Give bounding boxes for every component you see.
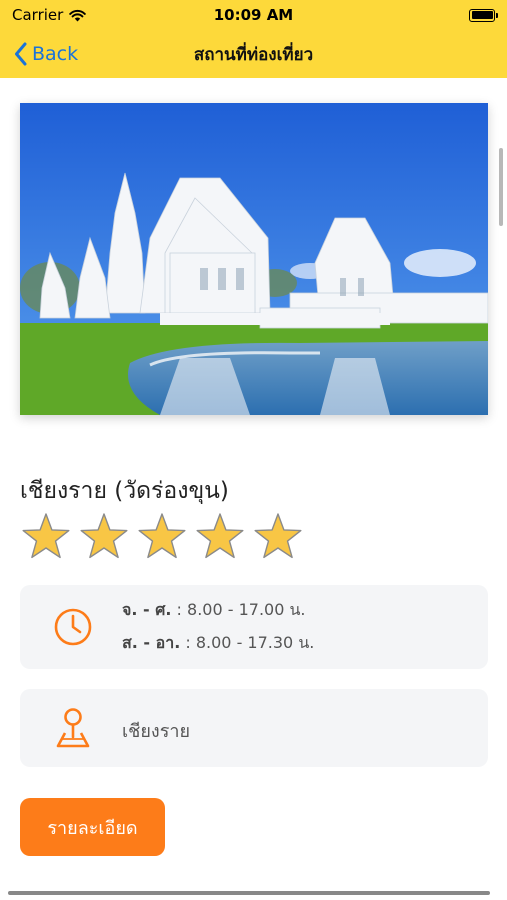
carrier-label: Carrier	[12, 6, 64, 24]
weekend-label: ส. - อา.	[122, 633, 181, 652]
details-button[interactable]: รายละเอียด	[20, 798, 165, 856]
weekday-time: : 8.00 - 17.00 น.	[171, 600, 306, 619]
status-bar: Carrier 10:09 AM	[0, 0, 507, 30]
white-temple-photo	[20, 103, 488, 415]
weekend-hours: ส. - อา. : 8.00 - 17.30 น.	[122, 631, 314, 656]
location-text: เชียงราย	[122, 721, 191, 742]
navigation-bar: Back สถานที่ท่องเที่ยว	[0, 30, 507, 78]
weekday-label: จ. - ศ.	[122, 600, 172, 619]
status-left: Carrier	[12, 6, 87, 24]
chevron-left-icon	[15, 42, 27, 66]
opening-hours-card: จ. - ศ. : 8.00 - 17.00 น. ส. - อา. : 8.0…	[20, 585, 488, 669]
location-pin-icon	[56, 708, 90, 748]
star-icon	[254, 513, 302, 559]
star-icon	[22, 513, 70, 559]
back-label: Back	[32, 43, 79, 65]
rating-stars	[20, 511, 304, 563]
star-icon	[138, 513, 186, 559]
wifi-icon	[69, 9, 87, 21]
star-icon	[80, 513, 128, 559]
place-title: เชียงราย (วัดร่องขุน)	[20, 478, 229, 504]
battery-level	[471, 11, 493, 19]
battery-icon	[469, 8, 498, 22]
weekend-time: : 8.00 - 17.30 น.	[180, 633, 315, 652]
clock-icon	[54, 608, 92, 646]
location-card: เชียงราย	[20, 689, 488, 767]
back-button[interactable]: Back	[0, 42, 78, 66]
place-photo	[20, 103, 488, 415]
star-icon	[196, 513, 244, 559]
bottom-divider	[8, 891, 490, 895]
content-scroll-view[interactable]: เชียงราย (วัดร่องขุน) จ. - ศ. : 8.00 - 1…	[0, 78, 507, 900]
weekday-hours: จ. - ศ. : 8.00 - 17.00 น.	[122, 598, 306, 623]
scroll-indicator[interactable]	[499, 148, 503, 226]
